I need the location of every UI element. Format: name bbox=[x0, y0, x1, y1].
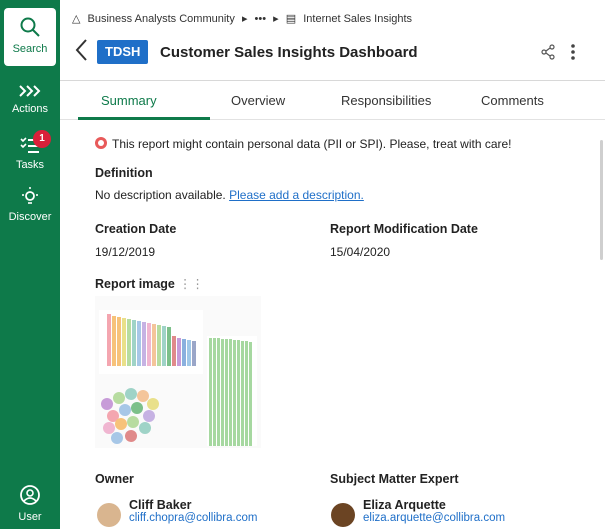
dashboard-icon: ▤ bbox=[285, 13, 297, 25]
page-title: Customer Sales Insights Dashboard bbox=[160, 44, 418, 61]
owner-avatar bbox=[97, 503, 121, 527]
nav-tasks-label: Tasks bbox=[15, 159, 45, 171]
modification-date-heading: Report Modification Date bbox=[330, 222, 478, 236]
nav-user-label: User bbox=[18, 511, 42, 523]
asset-type-tag: TDSH bbox=[97, 40, 149, 64]
definition-text: No description available. bbox=[95, 188, 226, 202]
report-image-thumbnail[interactable] bbox=[95, 296, 261, 448]
tab-responsibilities[interactable]: Responsibilities bbox=[341, 93, 431, 108]
user-icon bbox=[20, 485, 40, 505]
tab-overview[interactable]: Overview bbox=[231, 93, 285, 108]
breadcrumb: △ Business Analysts Community ▸ ••• ▸ ▤ … bbox=[72, 12, 416, 26]
back-button[interactable] bbox=[72, 36, 96, 64]
warning-icon bbox=[95, 137, 107, 149]
search-icon bbox=[20, 17, 40, 37]
chevrons-right-icon bbox=[19, 85, 41, 97]
sme-card[interactable]: Eliza Arquette eliza.arquette@collibra.c… bbox=[363, 498, 505, 524]
nav-actions-label: Actions bbox=[11, 103, 49, 115]
chevron-left-icon bbox=[75, 39, 87, 61]
share-icon bbox=[541, 44, 555, 60]
nav-search[interactable]: Search bbox=[4, 8, 56, 66]
modification-date-value: 15/04/2020 bbox=[330, 245, 391, 259]
definition-heading: Definition bbox=[95, 166, 153, 180]
tab-summary[interactable]: Summary bbox=[101, 93, 157, 108]
nav-actions[interactable]: Actions bbox=[0, 84, 60, 115]
owner-card[interactable]: Cliff Baker cliff.chopra@collibra.com bbox=[129, 498, 257, 524]
sme-name[interactable]: Eliza Arquette bbox=[363, 498, 505, 512]
nav-search-label: Search bbox=[12, 43, 48, 55]
more-options-button[interactable] bbox=[570, 42, 576, 67]
owner-name[interactable]: Cliff Baker bbox=[129, 498, 257, 512]
breadcrumb-current[interactable]: Internet Sales Insights bbox=[303, 13, 412, 25]
pii-warning: This report might contain personal data … bbox=[95, 137, 512, 151]
pii-warning-text: This report might contain personal data … bbox=[112, 137, 512, 151]
nav-discover[interactable]: Discover bbox=[0, 186, 60, 223]
breadcrumb-ellipsis[interactable]: ••• bbox=[255, 13, 267, 25]
sme-avatar bbox=[331, 503, 355, 527]
owner-email[interactable]: cliff.chopra@collibra.com bbox=[129, 512, 257, 524]
sme-email[interactable]: eliza.arquette@collibra.com bbox=[363, 512, 505, 524]
nav-discover-label: Discover bbox=[8, 211, 52, 223]
community-icon: △ bbox=[72, 13, 81, 25]
breadcrumb-separator-icon: ▸ bbox=[273, 13, 279, 25]
owner-heading: Owner bbox=[95, 472, 134, 486]
left-nav-rail: Search Actions 1 Tasks Discover User bbox=[0, 0, 60, 529]
definition-text-row: No description available. Please add a d… bbox=[95, 188, 364, 202]
nav-user[interactable]: User bbox=[0, 484, 60, 523]
header-divider bbox=[60, 80, 605, 81]
breadcrumb-community[interactable]: Business Analysts Community bbox=[88, 13, 235, 25]
kebab-menu-icon bbox=[571, 44, 575, 60]
share-button[interactable] bbox=[540, 44, 556, 65]
report-image-heading: Report image ⋮⋮ bbox=[95, 276, 204, 291]
active-tab-indicator bbox=[78, 117, 210, 120]
report-thumbnail-graphic bbox=[99, 310, 257, 446]
breadcrumb-separator-icon: ▸ bbox=[241, 13, 248, 25]
scrollbar[interactable] bbox=[600, 140, 603, 260]
creation-date-value: 19/12/2019 bbox=[95, 245, 156, 259]
tab-bar: Summary Overview Responsibilities Commen… bbox=[60, 82, 605, 120]
creation-date-heading: Creation Date bbox=[95, 222, 177, 236]
sme-heading: Subject Matter Expert bbox=[330, 472, 459, 486]
tasks-count-badge: 1 bbox=[33, 130, 51, 148]
add-description-link[interactable]: Please add a description. bbox=[229, 188, 364, 202]
lightbulb-icon bbox=[22, 187, 38, 204]
tab-comments[interactable]: Comments bbox=[481, 93, 544, 108]
report-image-title: Report image bbox=[95, 277, 175, 291]
nav-tasks[interactable]: 1 Tasks bbox=[0, 130, 60, 171]
expand-icon[interactable]: ⋮⋮ bbox=[179, 277, 204, 291]
